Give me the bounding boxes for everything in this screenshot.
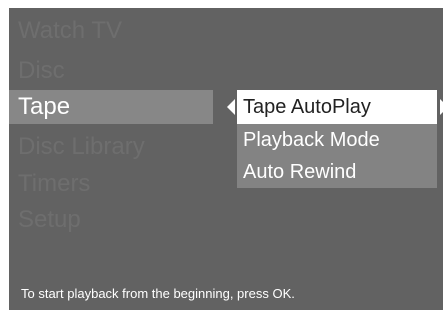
main-menu-item-timers[interactable]: Timers bbox=[18, 167, 90, 201]
triangle-left-icon[interactable] bbox=[227, 99, 235, 115]
submenu: Tape AutoPlay Playback Mode Auto Rewind bbox=[237, 90, 437, 188]
main-menu-item-setup[interactable]: Setup bbox=[18, 203, 81, 237]
submenu-item-playback-mode[interactable]: Playback Mode bbox=[237, 124, 437, 156]
main-menu-item-tape[interactable]: Tape bbox=[9, 90, 213, 124]
main-menu-item-disc[interactable]: Disc bbox=[18, 54, 65, 88]
submenu-item-auto-rewind[interactable]: Auto Rewind bbox=[237, 156, 437, 188]
submenu-item-tape-autoplay[interactable]: Tape AutoPlay bbox=[237, 90, 437, 124]
help-text: To start playback from the beginning, pr… bbox=[21, 286, 295, 301]
main-menu-item-watch-tv[interactable]: Watch TV bbox=[18, 14, 122, 48]
main-menu-item-disc-library[interactable]: Disc Library bbox=[18, 130, 145, 164]
tv-menu-screen: Watch TV Disc Tape Disc Library Timers S… bbox=[9, 8, 443, 310]
